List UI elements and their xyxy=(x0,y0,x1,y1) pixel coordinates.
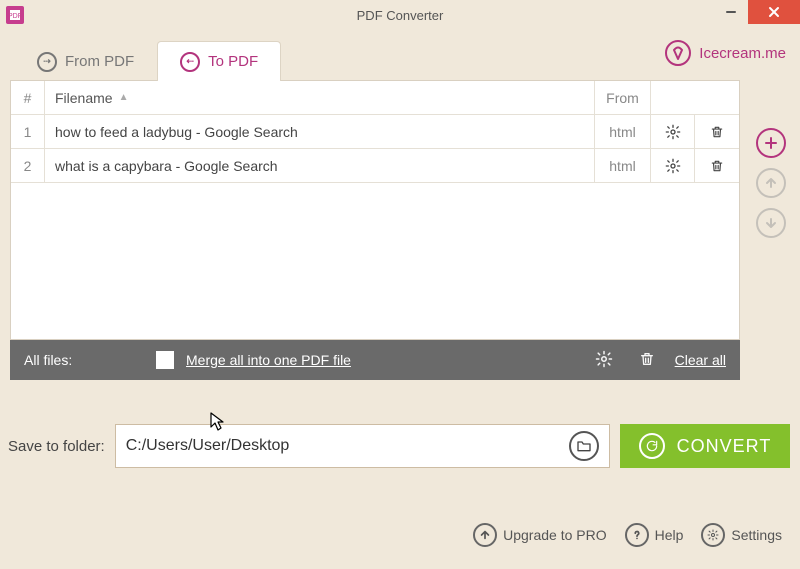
row-from: html xyxy=(595,149,651,182)
move-down-button[interactable] xyxy=(756,208,786,238)
add-file-button[interactable] xyxy=(756,128,786,158)
close-button[interactable] xyxy=(748,0,800,24)
row-index: 1 xyxy=(11,115,45,148)
app-icon: PDF xyxy=(6,6,24,24)
col-index[interactable]: # xyxy=(11,81,45,114)
merge-label[interactable]: Merge all into one PDF file xyxy=(186,352,351,368)
upgrade-icon xyxy=(473,523,497,547)
file-list: # Filename ▲ From 1how to feed a ladybug… xyxy=(10,80,740,380)
upgrade-link[interactable]: Upgrade to PRO xyxy=(473,523,607,547)
brand-label: Icecream.me xyxy=(699,45,786,62)
col-from[interactable]: From xyxy=(595,81,651,114)
minimize-button[interactable] xyxy=(714,0,748,24)
tabs: ⇢ From PDF ⇠ To PDF Icecream.me xyxy=(0,30,800,80)
tab-label: To PDF xyxy=(208,53,258,70)
window-controls xyxy=(714,0,800,24)
row-settings-button[interactable] xyxy=(651,149,695,182)
tab-from-pdf[interactable]: ⇢ From PDF xyxy=(14,41,157,81)
table-empty-area xyxy=(11,183,739,339)
file-list-footer: All files: Merge all into one PDF file C… xyxy=(10,340,740,380)
browse-folder-button[interactable] xyxy=(569,431,599,461)
convert-icon xyxy=(639,433,665,459)
save-to-label: Save to folder: xyxy=(8,438,105,455)
row-delete-button[interactable] xyxy=(695,115,739,148)
bottom-links: Upgrade to PRO Help Settings xyxy=(473,523,782,547)
mouse-cursor-icon xyxy=(210,412,226,432)
row-index: 2 xyxy=(11,149,45,182)
table-row[interactable]: 1how to feed a ladybug - Google Searchht… xyxy=(11,115,739,149)
titlebar: PDF PDF Converter xyxy=(0,0,800,30)
convert-button[interactable]: CONVERT xyxy=(620,424,790,468)
save-path-box xyxy=(115,424,610,468)
row-settings-button[interactable] xyxy=(651,115,695,148)
delete-all-icon[interactable] xyxy=(639,350,655,371)
brand-link[interactable]: Icecream.me xyxy=(665,40,786,66)
save-path-input[interactable] xyxy=(126,437,561,455)
svg-text:PDF: PDF xyxy=(9,13,21,20)
row-filename: what is a capybara - Google Search xyxy=(45,149,595,182)
col-filename[interactable]: Filename ▲ xyxy=(45,81,595,114)
window-title: PDF Converter xyxy=(357,8,444,23)
all-files-label: All files: xyxy=(24,352,144,368)
to-pdf-icon: ⇠ xyxy=(180,52,200,72)
tab-to-pdf[interactable]: ⇠ To PDF xyxy=(157,41,281,81)
save-row: Save to folder: CONVERT xyxy=(8,424,790,468)
settings-link[interactable]: Settings xyxy=(701,523,782,547)
from-pdf-icon: ⇢ xyxy=(37,52,57,72)
sort-asc-icon: ▲ xyxy=(119,92,129,103)
col-settings xyxy=(651,81,695,114)
help-icon xyxy=(625,523,649,547)
table-header: # Filename ▲ From xyxy=(11,81,739,115)
settings-icon xyxy=(701,523,725,547)
row-from: html xyxy=(595,115,651,148)
help-link[interactable]: Help xyxy=(625,523,684,547)
icecream-icon xyxy=(665,40,691,66)
clear-all-link[interactable]: Clear all xyxy=(675,352,726,368)
settings-all-icon[interactable] xyxy=(595,350,613,371)
col-delete xyxy=(695,81,739,114)
convert-label: CONVERT xyxy=(677,436,772,457)
row-filename: how to feed a ladybug - Google Search xyxy=(45,115,595,148)
move-up-button[interactable] xyxy=(756,168,786,198)
merge-checkbox[interactable] xyxy=(156,351,174,369)
tab-label: From PDF xyxy=(65,53,134,70)
side-buttons xyxy=(756,128,786,238)
table-row[interactable]: 2what is a capybara - Google Searchhtml xyxy=(11,149,739,183)
row-delete-button[interactable] xyxy=(695,149,739,182)
